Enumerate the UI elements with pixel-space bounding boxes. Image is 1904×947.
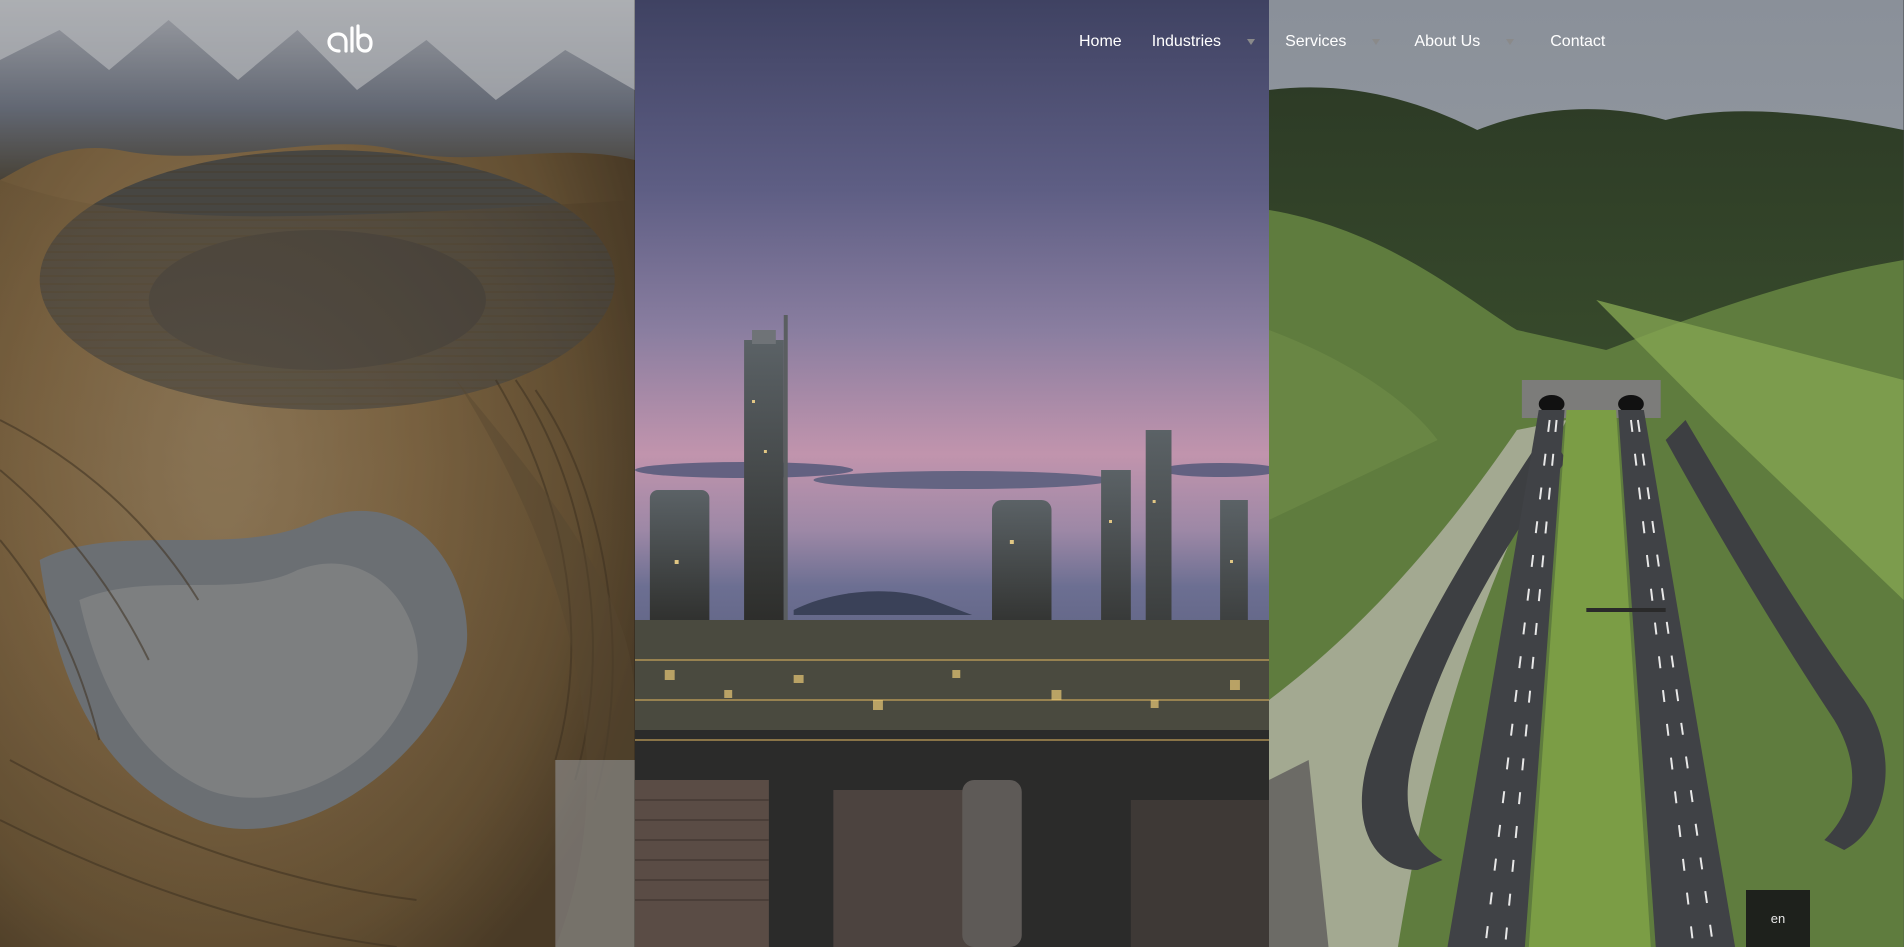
language-switcher[interactable]: en bbox=[1746, 890, 1810, 947]
panel-oil-gas[interactable] bbox=[634, 0, 1270, 947]
nav-industries-label: Industries bbox=[1151, 33, 1222, 50]
triangle-down-icon bbox=[1506, 39, 1515, 45]
alb-logo-icon bbox=[327, 24, 373, 53]
panel-infrastructure[interactable] bbox=[1269, 0, 1904, 947]
main-nav: Home Industries Services About Us Contac… bbox=[1079, 30, 1605, 54]
nav-home-label: Home bbox=[1079, 33, 1122, 50]
language-current: en bbox=[1770, 911, 1786, 926]
triangle-down-icon bbox=[1372, 39, 1381, 45]
triangle-down-icon bbox=[1247, 39, 1256, 45]
nav-about-us-label: About Us bbox=[1414, 33, 1481, 50]
nav-services-label: Services bbox=[1285, 33, 1347, 50]
nav-services[interactable]: Services bbox=[1285, 30, 1381, 54]
nav-contact-label: Contact bbox=[1550, 33, 1606, 50]
nav-industries[interactable]: Industries bbox=[1151, 30, 1256, 54]
panel-mining[interactable] bbox=[0, 0, 635, 947]
hero-panels bbox=[0, 0, 1904, 947]
nav-contact[interactable]: Contact bbox=[1550, 30, 1605, 54]
highway-tunnel-image bbox=[1269, 0, 1904, 947]
nav-about-us[interactable]: About Us bbox=[1414, 30, 1515, 54]
page: Home Industries Services About Us Contac… bbox=[0, 0, 1904, 947]
refinery-image bbox=[634, 0, 1270, 947]
nav-home[interactable]: Home bbox=[1079, 30, 1122, 54]
open-pit-mine-image bbox=[0, 0, 635, 947]
site-logo[interactable] bbox=[326, 22, 374, 58]
